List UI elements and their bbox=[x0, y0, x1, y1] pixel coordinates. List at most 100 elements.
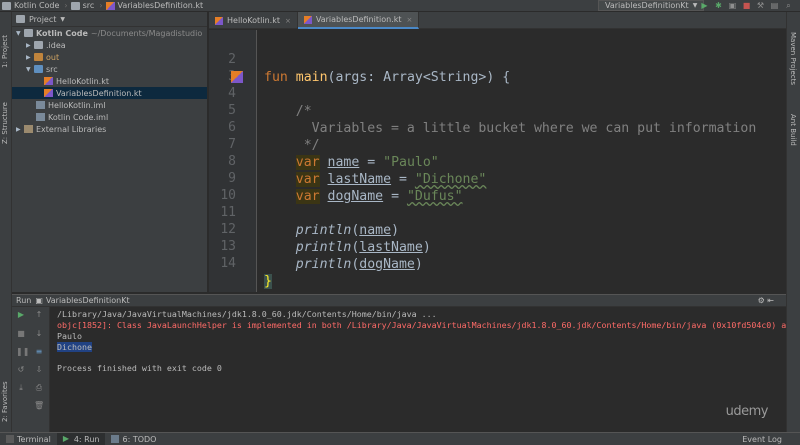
output-folder-icon bbox=[34, 53, 43, 61]
code-keyword: var bbox=[295, 155, 320, 170]
module-icon bbox=[24, 29, 33, 37]
line-number: 11 bbox=[220, 205, 236, 220]
run-configuration-select[interactable]: VariablesDefinitionKt ▼ bbox=[598, 0, 705, 11]
tab-structure[interactable]: Z: Structure bbox=[1, 94, 11, 144]
tab-project[interactable]: 1: Project bbox=[1, 18, 11, 68]
build-icon[interactable]: ⚒ bbox=[756, 1, 765, 10]
expand-arrow-icon[interactable]: ▶ bbox=[16, 126, 24, 133]
code-function-call: println bbox=[295, 240, 352, 255]
run-main-icon[interactable] bbox=[231, 71, 243, 83]
kotlin-file-icon bbox=[303, 15, 312, 24]
rerun-icon[interactable]: ▶ bbox=[16, 310, 26, 320]
event-log-button[interactable]: Event Log bbox=[742, 433, 782, 445]
tree-item-out[interactable]: ▶ out bbox=[12, 51, 207, 63]
project-panel: Project ▼ ▼ Kotlin Code ~/Documents/Maga… bbox=[12, 12, 208, 292]
expand-arrow-icon[interactable]: ▼ bbox=[26, 66, 34, 73]
tree-item-idea[interactable]: ▶ .idea bbox=[12, 39, 207, 51]
tree-item-label: HelloKotlin.iml bbox=[48, 100, 106, 110]
tab-terminal[interactable]: Terminal bbox=[0, 433, 57, 445]
tree-item-label: Kotlin Code.iml bbox=[48, 112, 109, 122]
code-string: "Dufus" bbox=[406, 189, 463, 204]
breadcrumb-file[interactable]: VariablesDefinition.kt bbox=[104, 0, 208, 12]
console-output: Paulo bbox=[57, 331, 82, 341]
code-function-call: println bbox=[295, 223, 352, 238]
tab-variablesdefinition-kt[interactable]: VariablesDefinition.kt × bbox=[297, 12, 420, 29]
tree-item-kotlin-code[interactable]: ▼ Kotlin Code ~/Documents/Magadistudio bbox=[12, 27, 207, 39]
debug-icon[interactable]: ✱ bbox=[714, 1, 723, 10]
udemy-watermark: udemy bbox=[725, 404, 769, 419]
code-line: println(dogName) bbox=[295, 257, 423, 272]
code-comment: /* bbox=[295, 104, 312, 119]
scroll-to-end-icon[interactable]: ⇩ bbox=[34, 365, 44, 375]
tab-favorites[interactable]: 2: Favorites bbox=[1, 367, 11, 422]
tree-item-kotlin-code-iml[interactable]: Kotlin Code.iml bbox=[12, 111, 207, 123]
breadcrumb-src[interactable]: src bbox=[69, 0, 99, 12]
coverage-icon[interactable]: ▣ bbox=[728, 1, 737, 10]
console-output-selected: Dichone bbox=[57, 342, 92, 352]
tab-ant-build[interactable]: Ant Build bbox=[789, 114, 797, 146]
chevron-down-icon: ▼ bbox=[60, 15, 65, 23]
code-function-call: println bbox=[295, 257, 352, 272]
expand-arrow-icon[interactable]: ▶ bbox=[26, 42, 34, 49]
expand-arrow-icon[interactable]: ▶ bbox=[26, 54, 34, 61]
tab-maven-projects[interactable]: Maven Projects bbox=[789, 32, 797, 85]
code-line: fun main(args: Array<String>) { bbox=[264, 69, 510, 86]
breadcrumb-project[interactable]: Kotlin Code bbox=[0, 0, 63, 12]
breadcrumb-label: src bbox=[82, 1, 95, 10]
pause-icon[interactable]: ❚❚ bbox=[16, 347, 29, 357]
code-line: var lastName = "Dichone" bbox=[264, 171, 486, 188]
line-number: 7 bbox=[228, 137, 236, 152]
code-variable: name bbox=[327, 155, 360, 170]
tree-item-label: .idea bbox=[46, 40, 66, 50]
code-line: var name = "Paulo" bbox=[264, 154, 439, 171]
code-string: "Paulo" bbox=[383, 155, 439, 170]
kotlin-file-icon bbox=[215, 16, 223, 25]
tree-item-src[interactable]: ▼ src bbox=[12, 63, 207, 75]
kotlin-file-icon bbox=[44, 77, 53, 85]
sdk-icon[interactable]: ▤ bbox=[770, 1, 779, 10]
run-icon[interactable]: ▶ bbox=[700, 1, 709, 10]
stop-icon[interactable]: ■ bbox=[742, 1, 751, 10]
expand-arrow-icon[interactable]: ▼ bbox=[16, 30, 24, 37]
code-line: println(lastName) bbox=[295, 240, 431, 255]
line-number: 13 bbox=[220, 239, 236, 254]
pin-icon[interactable]: ⤓ bbox=[16, 383, 26, 393]
arrow-down-icon[interactable]: ↓ bbox=[34, 329, 44, 339]
print-icon[interactable]: ⎙ bbox=[34, 383, 44, 393]
tab-todo[interactable]: 6: TODO bbox=[105, 433, 162, 445]
editor-gutter[interactable]: 2 3 4 5 6 7 8 9 10 11 12 13 14 bbox=[209, 30, 257, 292]
editor-tab-bar: HelloKotlin.kt × VariablesDefinition.kt … bbox=[209, 12, 786, 29]
tree-item-hellokotlin-kt[interactable]: HelloKotlin.kt bbox=[12, 75, 207, 87]
navigation-bar: Kotlin Code › src › VariablesDefinition.… bbox=[0, 0, 800, 12]
tree-item-label: HelloKotlin.kt bbox=[56, 76, 109, 86]
tab-run[interactable]: ▶ 4: Run bbox=[56, 432, 106, 445]
tab-hellokotlin-kt[interactable]: HelloKotlin.kt × bbox=[209, 12, 298, 29]
line-number: 12 bbox=[220, 222, 236, 237]
code-editor[interactable]: fun main(args: Array<String>) { /* Varia… bbox=[258, 30, 786, 292]
restore-layout-icon[interactable]: ↺ bbox=[16, 365, 26, 375]
right-tool-stripe: Maven Projects Ant Build bbox=[786, 12, 800, 432]
run-config-tab[interactable]: VariablesDefinitionKt bbox=[46, 296, 130, 305]
tree-item-variablesdefinition-kt[interactable]: VariablesDefinition.kt bbox=[12, 87, 207, 99]
close-icon[interactable]: × bbox=[285, 17, 291, 25]
arrow-up-icon[interactable]: ↑ bbox=[34, 310, 44, 320]
tab-label: VariablesDefinition.kt bbox=[315, 15, 402, 24]
tree-item-external-libraries[interactable]: ▶ External Libraries bbox=[12, 123, 207, 135]
project-panel-header[interactable]: Project ▼ bbox=[12, 12, 207, 27]
run-config-icon: ▣ bbox=[35, 296, 43, 305]
code-token: fun bbox=[264, 70, 288, 85]
soft-wrap-icon[interactable]: ≡ bbox=[34, 347, 44, 357]
code-line: */ bbox=[264, 137, 320, 154]
run-console[interactable]: /Library/Java/JavaVirtualMachines/jdk1.8… bbox=[51, 307, 786, 432]
folder-icon bbox=[70, 1, 80, 10]
stop-icon[interactable]: ■ bbox=[16, 329, 26, 339]
folder-icon bbox=[2, 1, 11, 10]
gear-icon[interactable]: ⚙ ⇤ bbox=[758, 296, 774, 305]
trash-icon[interactable]: 🗑 bbox=[34, 401, 44, 411]
close-icon[interactable]: × bbox=[406, 16, 412, 24]
line-number: 5 bbox=[228, 103, 236, 118]
code-token: (args: Array<String>) { bbox=[327, 70, 511, 85]
search-icon[interactable]: ⌕ bbox=[784, 1, 793, 10]
tree-item-hellokotlin-iml[interactable]: HelloKotlin.iml bbox=[12, 99, 207, 111]
line-number: 2 bbox=[228, 52, 236, 67]
